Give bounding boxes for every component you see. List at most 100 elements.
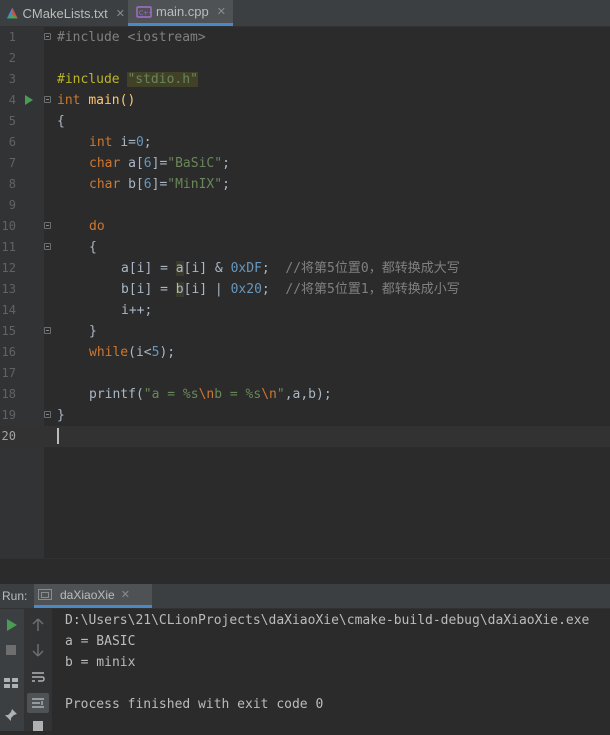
fold-marker-icon[interactable] bbox=[44, 411, 51, 418]
code-line: 10 do bbox=[0, 216, 610, 237]
number-token: 6 bbox=[143, 156, 152, 171]
code-token: b[ bbox=[128, 177, 144, 192]
keyword-token: do bbox=[89, 219, 105, 234]
code-text: i++; bbox=[121, 302, 152, 319]
line-number: 3 bbox=[8, 72, 16, 86]
scroll-to-end-toggle[interactable] bbox=[27, 693, 49, 713]
code-text: #include <iostream> bbox=[57, 29, 206, 46]
code-line: 16 while(i<5); bbox=[0, 342, 610, 363]
code-token: ,a,b); bbox=[284, 387, 332, 402]
run-label: Run: bbox=[2, 589, 28, 603]
string-token: b = %s bbox=[214, 387, 262, 402]
code-token: b[i] = bbox=[121, 282, 176, 297]
code-line: 19 } bbox=[0, 405, 610, 426]
fold-marker-icon[interactable] bbox=[44, 327, 51, 334]
code-token: ]= bbox=[151, 177, 168, 192]
code-token: printf( bbox=[89, 387, 144, 402]
tab-cmakelists[interactable]: CMakeLists.txt ✕ bbox=[0, 0, 125, 26]
code-line: 1 #include <iostream> bbox=[0, 27, 610, 48]
fold-marker-icon[interactable] bbox=[44, 222, 51, 229]
number-token: 6 bbox=[143, 177, 152, 192]
code-text: printf("a = %s\nb = %s\n",a,b); bbox=[89, 386, 332, 403]
code-editor[interactable]: 1 #include <iostream> 2 3 #include "stdi… bbox=[0, 27, 610, 558]
code-token: i++; bbox=[121, 303, 153, 318]
line-number: 12 bbox=[1, 261, 16, 275]
code-text: a[i] = a[i] & 0xDF; //将第5位置0，都转换成大写 bbox=[121, 260, 460, 277]
code-token: a[ bbox=[128, 156, 144, 171]
code-line: 18 printf("a = %s\nb = %s\n",a,b); bbox=[0, 384, 610, 405]
keyword-token: int bbox=[57, 93, 89, 108]
code-token: ; bbox=[261, 261, 286, 276]
line-number: 7 bbox=[8, 156, 16, 170]
code-token: i= bbox=[120, 135, 136, 150]
escape-token: \n bbox=[261, 387, 277, 402]
print-icon[interactable] bbox=[30, 719, 46, 735]
keyword-token: char bbox=[89, 177, 129, 192]
code-line: 2 bbox=[0, 48, 610, 69]
editor-tab-bar: CMakeLists.txt ✕ C++ main.cpp ✕ bbox=[0, 0, 610, 27]
code-line: 17 bbox=[0, 363, 610, 384]
arrow-up-icon[interactable] bbox=[30, 617, 46, 633]
code-line: 9 bbox=[0, 195, 610, 216]
fold-marker-icon[interactable] bbox=[44, 243, 51, 250]
fold-marker-icon[interactable] bbox=[44, 33, 51, 40]
line-number: 10 bbox=[1, 219, 16, 233]
code-text: char a[6]="BaSiC"; bbox=[89, 155, 230, 172]
brace-token: { bbox=[89, 240, 97, 255]
escape-token: \n bbox=[198, 387, 215, 402]
code-text: } bbox=[57, 407, 65, 424]
code-line: 14 i++; bbox=[0, 300, 610, 321]
output-actions-column bbox=[25, 609, 52, 731]
line-number: 20 bbox=[1, 429, 16, 443]
line-number: 16 bbox=[1, 345, 16, 359]
cpp-file-icon: C++ bbox=[136, 5, 152, 18]
stop-icon[interactable] bbox=[3, 642, 19, 658]
include-directive: #include <iostream> bbox=[57, 30, 206, 45]
code-token: ; bbox=[143, 135, 152, 150]
code-token: ; bbox=[222, 156, 230, 171]
line-number: 4 bbox=[8, 93, 16, 107]
string-token: "a = %s bbox=[143, 387, 199, 402]
code-text: #include "stdio.h" bbox=[57, 71, 198, 88]
run-output-panel: D:\Users\21\CLionProjects\daXiaoXie\cmak… bbox=[0, 609, 610, 731]
number-token: 0x20 bbox=[230, 282, 262, 297]
text-caret bbox=[57, 428, 59, 444]
run-gutter-icon[interactable] bbox=[25, 95, 33, 105]
code-token: [i] | bbox=[183, 282, 231, 297]
close-icon[interactable]: ✕ bbox=[121, 588, 130, 601]
comment-token: //将第5位置0，都转换成大写 bbox=[285, 261, 460, 276]
output-line: b = minix bbox=[65, 655, 136, 670]
code-token: ; bbox=[261, 282, 286, 297]
rerun-icon[interactable] bbox=[3, 617, 19, 633]
fold-marker-icon[interactable] bbox=[44, 96, 51, 103]
string-token: "MinIX" bbox=[167, 177, 223, 192]
brace-token: } bbox=[57, 408, 65, 423]
highlighted-token: b bbox=[175, 282, 184, 297]
code-token: [i] & bbox=[183, 261, 231, 276]
run-config-tab[interactable]: daXiaoXie ✕ bbox=[34, 584, 152, 608]
layout-icon[interactable] bbox=[3, 675, 19, 691]
pin-icon[interactable] bbox=[3, 707, 19, 723]
number-token: 0xDF bbox=[230, 261, 262, 276]
code-line: 4 int main() bbox=[0, 90, 610, 111]
highlighted-token: a bbox=[175, 261, 184, 276]
code-line: 8 char b[6]="MinIX"; bbox=[0, 174, 610, 195]
close-icon[interactable]: ✕ bbox=[217, 5, 226, 18]
soft-wrap-icon[interactable] bbox=[30, 669, 46, 685]
editor-bottom-area bbox=[0, 558, 610, 585]
line-number: 17 bbox=[1, 366, 16, 380]
code-token: (i< bbox=[128, 345, 152, 360]
arrow-down-icon[interactable] bbox=[30, 642, 46, 658]
code-text: do bbox=[89, 218, 105, 235]
code-text: while(i<5); bbox=[89, 344, 175, 361]
code-line: 3 #include "stdio.h" bbox=[0, 69, 610, 90]
code-text: char b[6]="MinIX"; bbox=[89, 176, 230, 193]
tab-main-cpp[interactable]: C++ main.cpp ✕ bbox=[128, 0, 233, 26]
code-line: 11 { bbox=[0, 237, 610, 258]
code-text: { bbox=[57, 113, 65, 130]
close-icon[interactable]: ✕ bbox=[116, 7, 125, 20]
run-toolbar: Run: daXiaoXie ✕ bbox=[0, 584, 610, 609]
string-token: "stdio.h" bbox=[127, 72, 198, 87]
code-text: int main() bbox=[57, 92, 135, 109]
code-line: 12 a[i] = a[i] & 0xDF; //将第5位置0，都转换成大写 bbox=[0, 258, 610, 279]
